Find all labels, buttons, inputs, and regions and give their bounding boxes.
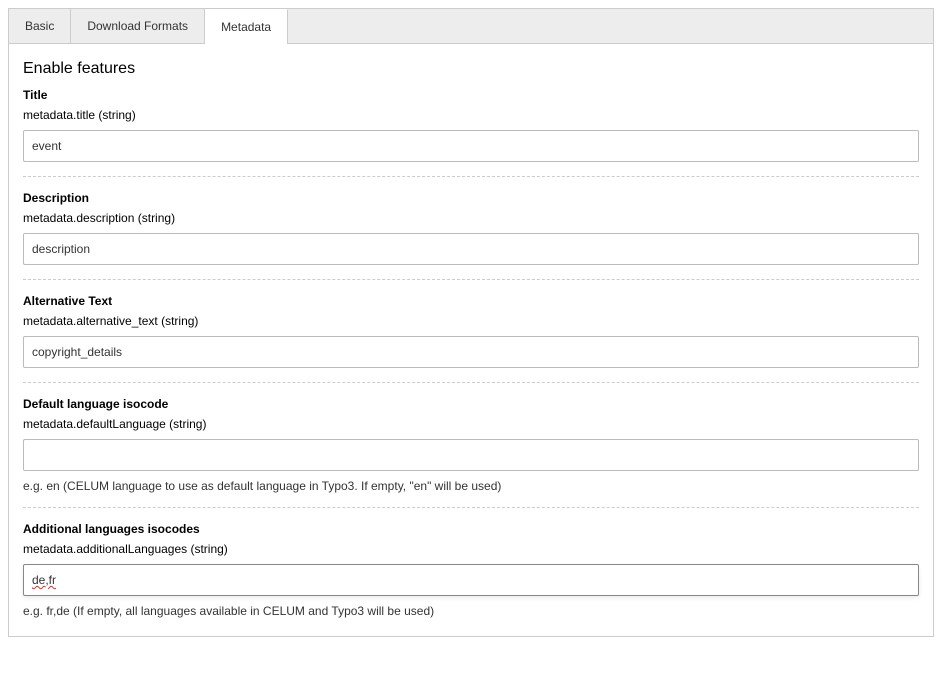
- field-help-additional-languages: e.g. fr,de (If empty, all languages avai…: [23, 604, 919, 618]
- field-title: Title metadata.title (string): [23, 88, 919, 177]
- field-key-alternative-text: metadata.alternative_text (string): [23, 314, 919, 328]
- field-key-additional-languages: metadata.additionalLanguages (string): [23, 542, 919, 556]
- field-key-default-language: metadata.defaultLanguage (string): [23, 417, 919, 431]
- field-label-description: Description: [23, 191, 919, 205]
- title-input[interactable]: [23, 130, 919, 162]
- additional-languages-input[interactable]: de,fr: [23, 564, 919, 596]
- tab-download-formats[interactable]: Download Formats: [71, 9, 205, 43]
- field-default-language: Default language isocode metadata.defaul…: [23, 397, 919, 508]
- tab-metadata[interactable]: Metadata: [205, 9, 288, 44]
- field-key-title: metadata.title (string): [23, 108, 919, 122]
- tab-basic[interactable]: Basic: [9, 9, 71, 43]
- field-label-additional-languages: Additional languages isocodes: [23, 522, 919, 536]
- field-alternative-text: Alternative Text metadata.alternative_te…: [23, 294, 919, 383]
- field-label-default-language: Default language isocode: [23, 397, 919, 411]
- field-help-default-language: e.g. en (CELUM language to use as defaul…: [23, 479, 919, 493]
- description-input[interactable]: [23, 233, 919, 265]
- default-language-input[interactable]: [23, 439, 919, 471]
- field-label-alternative-text: Alternative Text: [23, 294, 919, 308]
- tab-bar: Basic Download Formats Metadata: [8, 8, 934, 43]
- field-key-description: metadata.description (string): [23, 211, 919, 225]
- section-heading: Enable features: [23, 60, 919, 78]
- additional-languages-input-value: de,fr: [32, 573, 56, 587]
- field-description: Description metadata.description (string…: [23, 191, 919, 280]
- field-label-title: Title: [23, 88, 919, 102]
- field-additional-languages: Additional languages isocodes metadata.a…: [23, 522, 919, 618]
- tab-panel-metadata: Enable features Title metadata.title (st…: [8, 43, 934, 637]
- alternative-text-input[interactable]: [23, 336, 919, 368]
